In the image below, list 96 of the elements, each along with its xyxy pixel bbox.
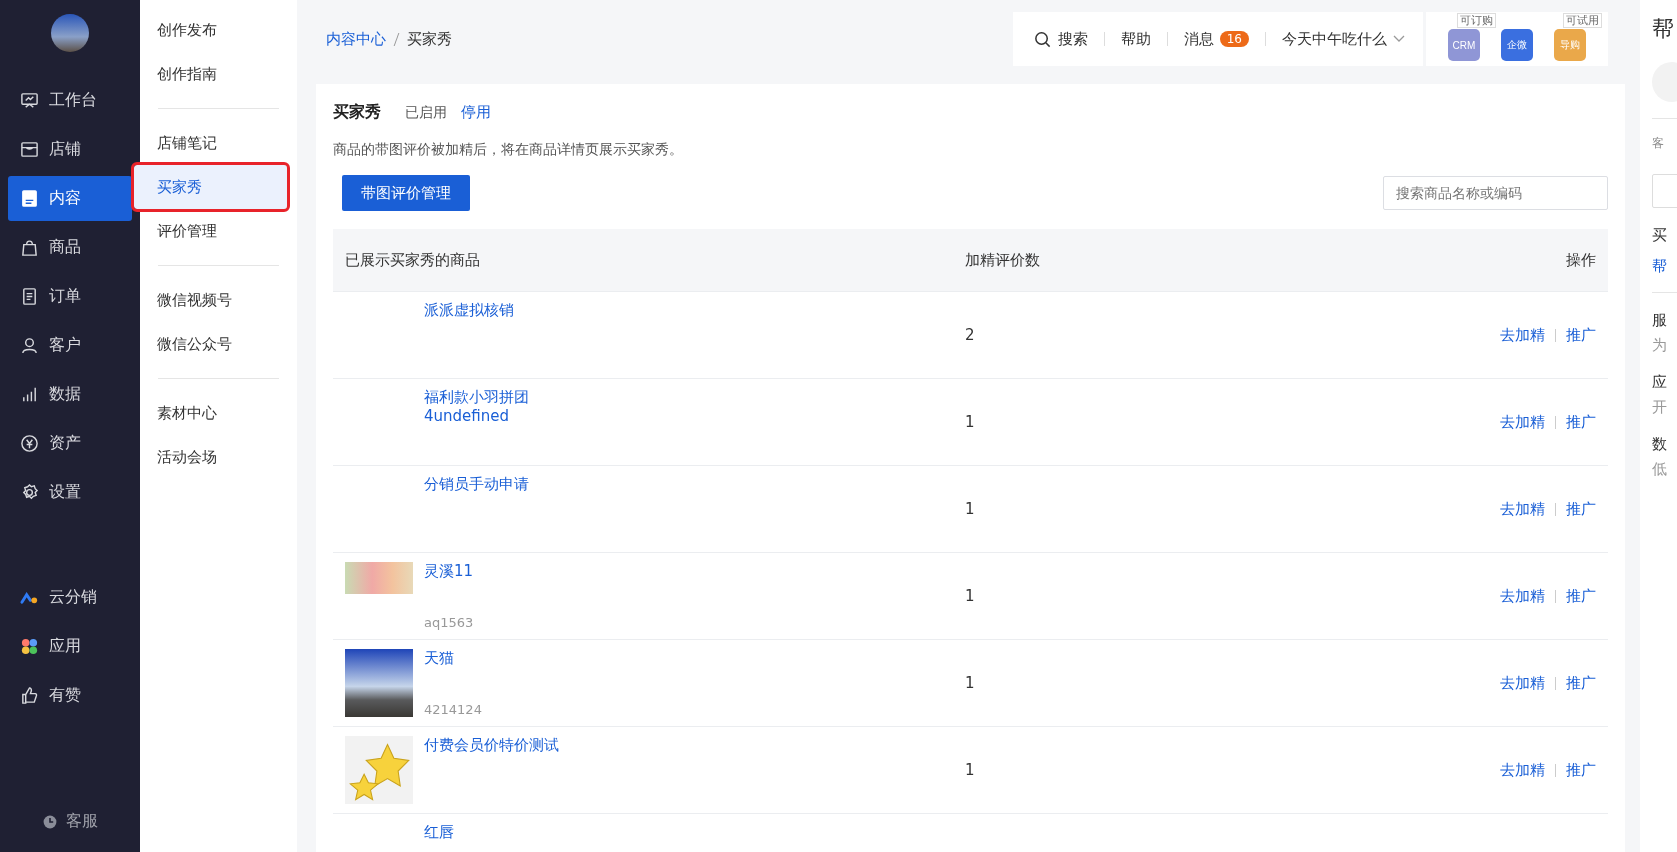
table-cell: 2 [965,326,975,344]
store-icon [20,140,39,159]
app-tag: 可试用 [1563,13,1602,28]
action-link[interactable]: 去加精 [1500,673,1545,693]
account-dropdown[interactable]: 今天中午吃什么 [1282,29,1405,49]
app-tag: 可订购 [1457,13,1496,28]
product-name-link[interactable]: 付费会员价特价测试 [424,736,559,755]
sidebar-item[interactable]: 资产 [8,421,132,466]
stars-drawing [345,736,413,804]
action-link[interactable]: 去加精 [1500,499,1545,519]
search-button[interactable]: 搜索 [1032,29,1088,49]
clock-icon [42,813,58,830]
search-field[interactable]: 搜索商品名称或编码 [1383,176,1608,210]
page-title: 买家秀 [333,102,381,123]
yen-icon [20,434,39,453]
sidebar-item[interactable]: 商品 [8,225,132,270]
subnav-item[interactable]: 活动会场 [140,435,287,479]
sidebar-item[interactable]: 设置 [8,470,132,515]
bar-chart-icon [20,385,39,404]
product-code: aq1563 [424,615,474,630]
product-code: 4214124 [424,702,482,717]
table-cell: 1 [965,587,975,605]
table-cell: 1 [965,761,975,779]
sidebar-item[interactable]: 客户 [8,323,132,368]
help-link[interactable]: 帮助 [1120,29,1151,49]
photo-placeholder [345,562,413,594]
item-text: 开 [1652,398,1668,417]
sidebar-item[interactable]: 内容 [8,176,132,221]
list-icon [20,287,39,306]
chevron-down-icon [1393,35,1405,43]
breadcrumb-item: 买家秀 [407,29,452,49]
action-link[interactable]: 去加精 [1500,325,1545,345]
action-link[interactable]: 去加精 [1500,760,1545,780]
sidebar-item[interactable]: 应用 [8,624,132,669]
avatar[interactable] [51,14,89,52]
product-name-link[interactable]: 分销员手动申请 [424,475,529,494]
help-link[interactable]: 帮 [1652,257,1677,276]
message-count-badge: 16 [1219,31,1249,47]
subnav-item[interactable]: 微信公众号 [140,322,287,366]
description-text: 商品的带图评价被加精后，将在商品详情页展示买家秀。 [333,141,684,159]
document-icon [20,189,39,208]
review-management-button[interactable]: 带图评价管理 [342,175,470,211]
action-link[interactable]: 推广 [1566,499,1596,519]
thumbs-up-icon [20,686,39,705]
messages-button[interactable]: 消息 16 [1183,29,1249,49]
column-header: 已展示买家秀的商品 [345,250,481,270]
table-cell: 1 [965,500,975,518]
photo-placeholder [345,649,413,717]
panel-title: 帮 [1652,15,1675,43]
subnav-item[interactable]: 评价管理 [140,209,287,253]
action-link[interactable]: 去加精 [1500,412,1545,432]
item-text: 低 [1652,460,1668,479]
item-title: 数 [1652,435,1668,454]
sidebar-item[interactable]: 数据 [8,372,132,417]
action-link[interactable]: 推广 [1566,760,1596,780]
disable-link[interactable]: 停用 [461,103,491,122]
action-link[interactable]: 推广 [1566,325,1596,345]
column-header: 加精评价数 [965,250,1041,270]
action-link[interactable]: 推广 [1566,586,1596,606]
four-petal-icon [20,637,39,656]
column-header: 操作 [1565,250,1596,270]
sidebar-item[interactable]: 店铺 [8,127,132,172]
presentation-icon [20,91,39,110]
item-title: 服 [1652,311,1668,330]
sidebar-item[interactable]: 订单 [8,274,132,319]
subnav-item[interactable]: 店铺笔记 [140,121,287,165]
product-name-link[interactable]: 红唇 [424,823,454,842]
item-title: 应 [1652,373,1668,392]
subnav-item[interactable]: 创作指南 [140,52,287,96]
table-cell: 1 [965,674,975,692]
action-link[interactable]: 去加精 [1500,586,1545,606]
product-name-link[interactable]: 福利款小羽拼团 4undefined [424,388,529,425]
table-cell: 1 [965,413,975,431]
action-link[interactable]: 推广 [1566,412,1596,432]
sidebar-item[interactable]: 工作台 [8,78,132,123]
subnav-item[interactable]: 微信视频号 [140,278,287,322]
section-title: 买 [1652,226,1668,245]
item-text: 为 [1652,336,1668,355]
status-text: 已启用 [405,104,447,122]
subnav-item[interactable]: 买家秀 [134,165,287,209]
sidebar-item[interactable]: 有赞 [8,673,132,718]
product-name-link[interactable]: 天猫 [424,649,482,668]
action-link[interactable]: 推广 [1566,673,1596,693]
sidebar-item[interactable]: 云分销 [8,575,132,620]
subnav-item[interactable]: 素材中心 [140,391,287,435]
caption-text: 客 [1652,135,1665,152]
customer-service-link[interactable]: 客服 [42,811,98,832]
product-name-link[interactable]: 派派虚拟核销 [424,301,514,320]
user-icon [20,336,39,355]
settings-icon [20,483,39,502]
breadcrumb-item[interactable]: 内容中心 [326,29,386,49]
subnav-item[interactable]: 创作发布 [140,8,287,52]
product-name-link[interactable]: 灵溪11 [424,562,474,581]
search-icon [1032,29,1052,49]
bag-icon [20,238,39,257]
app-icon[interactable]: 企微 [1501,29,1533,61]
